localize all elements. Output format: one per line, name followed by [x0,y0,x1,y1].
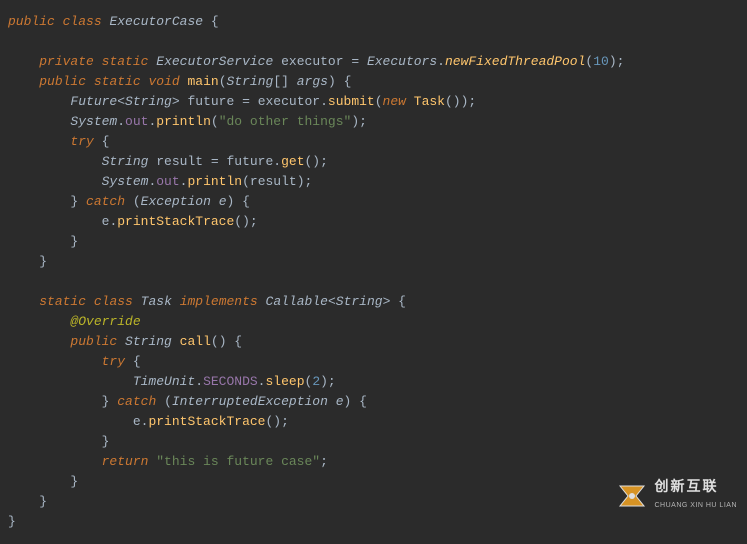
code-line [8,32,739,52]
logo-icon [616,480,648,512]
code-line: } catch (Exception e) { [8,192,739,212]
code-line: public String call() { [8,332,739,352]
code-line: } catch (InterruptedException e) { [8,392,739,412]
code-line: try { [8,352,739,372]
code-line: e.printStackTrace(); [8,412,739,432]
code-line: e.printStackTrace(); [8,212,739,232]
code-line: String result = future.get(); [8,152,739,172]
code-line: public class ExecutorCase { [8,12,739,32]
code-line: try { [8,132,739,152]
code-line: System.out.println("do other things"); [8,112,739,132]
code-editor: public class ExecutorCase { private stat… [0,0,747,544]
code-line: } [8,232,739,252]
watermark-text-cn: 创新互联 [654,476,737,496]
code-line: System.out.println(result); [8,172,739,192]
watermark: 创新互联 CHUANG XIN HU LIAN [616,476,737,516]
watermark-text-en: CHUANG XIN HU LIAN [654,496,737,516]
code-line: public static void main(String[] args) { [8,72,739,92]
code-line [8,272,739,292]
code-line: } [8,432,739,452]
code-line: } [8,252,739,272]
code-line: @Override [8,312,739,332]
code-line: private static ExecutorService executor … [8,52,739,72]
code-line: Future<String> future = executor.submit(… [8,92,739,112]
code-line: static class Task implements Callable<St… [8,292,739,312]
code-line: TimeUnit.SECONDS.sleep(2); [8,372,739,392]
code-line: return "this is future case"; [8,452,739,472]
